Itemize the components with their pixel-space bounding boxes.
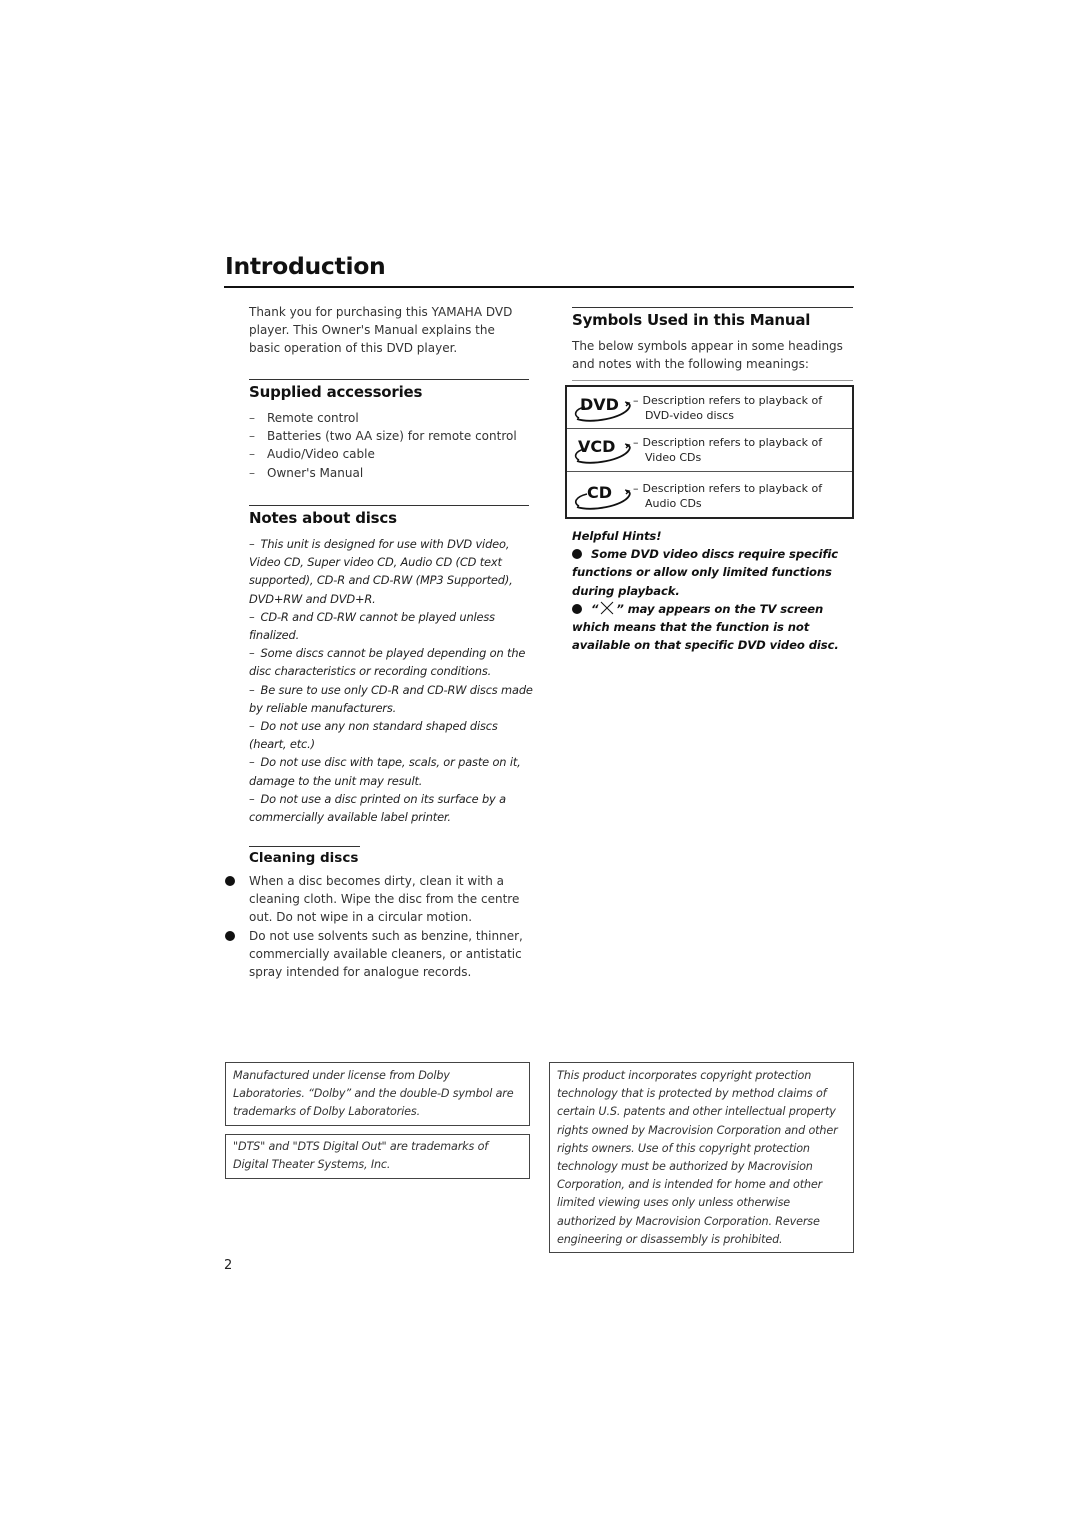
note-item: – Do not use any non standard shaped disc… — [249, 717, 534, 753]
dvd-logo-icon: DVD — [574, 395, 631, 422]
quote-open: “ — [591, 601, 599, 616]
dash-icon: – — [633, 394, 639, 407]
symbol-description-line2: Video CDs — [645, 450, 702, 464]
list-item-text: Remote control — [267, 411, 359, 425]
cleaning-list: When a disc becomes dirty, clean it with… — [224, 872, 529, 981]
note-text: Do not use disc with tape, scals, or pas… — [249, 755, 521, 788]
hints-heading: Helpful Hints! — [572, 529, 662, 543]
section-rule — [249, 379, 529, 380]
hint-item: “” may appears on the TV screen which me… — [572, 600, 857, 655]
symbol-description-line1: Description refers to playback of — [642, 436, 823, 449]
page-title: Introduction — [225, 252, 386, 280]
hint-item: Some DVD video discs require specific fu… — [572, 545, 857, 600]
symbol-description-line2: Audio CDs — [645, 496, 702, 510]
symbols-description: The below symbols appear in some heading… — [572, 339, 843, 372]
dolby-notice-box: Manufactured under license from Dolby La… — [225, 1062, 530, 1126]
note-text: This unit is designed for use with DVD v… — [249, 537, 513, 606]
dash-icon: – — [249, 755, 255, 770]
note-item: – Do not use a disc printed on its surfac… — [249, 790, 534, 826]
dash-icon: – — [249, 447, 255, 462]
list-item-text: Owner's Manual — [267, 465, 364, 480]
symbol-row: VCD – Description refers to playback of V… — [567, 429, 852, 472]
list-item: – Audio/Video cable — [249, 445, 549, 463]
section-rule — [249, 846, 360, 847]
section-rule — [572, 380, 853, 381]
list-item: – Remote control — [249, 409, 549, 427]
helpful-hints: Helpful Hints! Some DVD video discs requ… — [572, 527, 857, 654]
cleaning-heading: Cleaning discs — [249, 850, 359, 866]
list-item-text: Audio/Video cable — [267, 447, 375, 462]
symbol-description: – Description refers to playback of Video… — [633, 430, 822, 465]
list-item-text: Batteries (two AA size) for remote contr… — [267, 429, 517, 444]
page-number: 2 — [224, 1258, 233, 1273]
note-item: – Do not use disc with tape, scals, or pa… — [249, 753, 534, 789]
symbol-row: DVD – Description refers to playback of D… — [567, 387, 852, 429]
list-item: When a disc becomes dirty, clean it with… — [224, 872, 529, 927]
bullet-icon — [225, 930, 235, 941]
note-item: – Some discs cannot be played depending o… — [249, 644, 534, 680]
symbol-description-line2: DVD-video discs — [645, 408, 735, 422]
list-item-text: Do not use solvents such as benzine, thi… — [249, 928, 523, 980]
hint-text: Some DVD video discs require specific fu… — [572, 547, 839, 598]
dash-icon: – — [249, 609, 255, 624]
dash-icon: – — [249, 465, 255, 480]
dash-icon: – — [633, 482, 639, 495]
note-item: – Be sure to use only CD-R and CD-RW disc… — [249, 681, 534, 717]
intro-paragraph: Thank you for purchasing this YAMAHA DVD… — [249, 305, 513, 356]
accessories-list: – Remote control – Batteries (two AA size)… — [249, 409, 549, 482]
logo-text: CD — [587, 483, 612, 502]
bullet-icon — [225, 876, 235, 886]
dash-icon: – — [249, 429, 255, 444]
note-item: – This unit is designed for use with DVD … — [249, 535, 534, 608]
note-text: Do not use a disc printed on its surface… — [249, 791, 506, 825]
symbol-row: CD – Description refers to playback of Au… — [567, 472, 852, 517]
list-item-text: When a disc becomes dirty, clean it with… — [249, 874, 520, 925]
dash-icon: – — [249, 646, 255, 661]
dash-icon: – — [249, 411, 255, 425]
bullet-icon — [572, 549, 582, 560]
section-rule — [572, 307, 853, 308]
section-rule — [249, 505, 529, 506]
logo-text: DVD — [580, 395, 619, 414]
bullet-icon — [572, 603, 582, 614]
title-rule — [224, 286, 854, 288]
prohibited-cross-icon — [601, 601, 614, 615]
dash-icon: – — [249, 719, 255, 734]
logo-text: VCD — [578, 437, 615, 456]
macrovision-notice-box: This product incorporates copyright prot… — [549, 1062, 854, 1253]
note-text: Be sure to use only CD-R and CD-RW discs… — [249, 682, 533, 715]
note-text: CD-R and CD-RW cannot be played unless f… — [249, 609, 495, 643]
dash-icon: – — [633, 436, 639, 449]
notes-list: – This unit is designed for use with DVD … — [249, 535, 534, 826]
vcd-logo-icon: VCD — [574, 437, 631, 464]
symbol-description: – Description refers to playback of Audio… — [633, 476, 822, 511]
dts-notice-box: "DTS" and "DTS Digital Out" are trademar… — [225, 1134, 530, 1179]
dash-icon: – — [249, 791, 255, 806]
list-item: – Owner's Manual — [249, 464, 549, 482]
list-item: Do not use solvents such as benzine, thi… — [224, 927, 529, 982]
notes-heading: Notes about discs — [249, 509, 397, 527]
list-item: – Batteries (two AA size) for remote cont… — [249, 427, 549, 445]
symbol-description-line1: Description refers to playback of — [642, 394, 823, 407]
dash-icon: – — [249, 682, 255, 697]
accessories-heading: Supplied accessories — [249, 383, 423, 401]
symbol-description-line1: Description refers to playback of — [642, 482, 823, 495]
symbols-heading: Symbols Used in this Manual — [572, 311, 811, 329]
symbols-table: DVD – Description refers to playback of D… — [565, 385, 854, 519]
dash-icon: – — [249, 537, 255, 551]
cd-logo-icon: CD — [574, 483, 631, 510]
symbol-description: – Description refers to playback of DVD-v… — [633, 388, 822, 423]
note-text: Do not use any non standard shaped discs… — [249, 719, 498, 752]
note-item: – CD-R and CD-RW cannot be played unless … — [249, 608, 534, 644]
note-text: Some discs cannot be played depending on… — [249, 646, 526, 679]
